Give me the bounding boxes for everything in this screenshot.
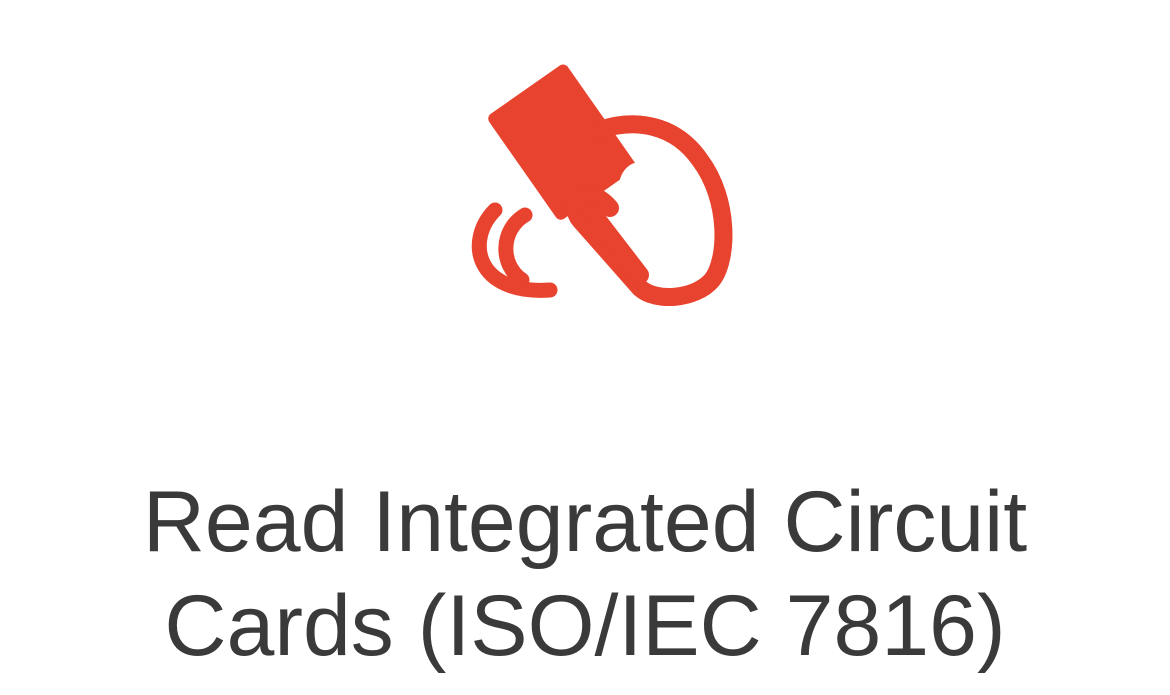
feature-title: Read Integrated Circuit Cards (ISO/IEC 7…: [0, 470, 1170, 678]
feature-title-line-1: Read Integrated Circuit: [142, 474, 1028, 570]
feature-card: Read Integrated Circuit Cards (ISO/IEC 7…: [0, 0, 1170, 695]
contactless-card-tap-icon: [450, 50, 750, 320]
feature-title-line-2: Cards (ISO/IEC 7816): [164, 578, 1006, 674]
